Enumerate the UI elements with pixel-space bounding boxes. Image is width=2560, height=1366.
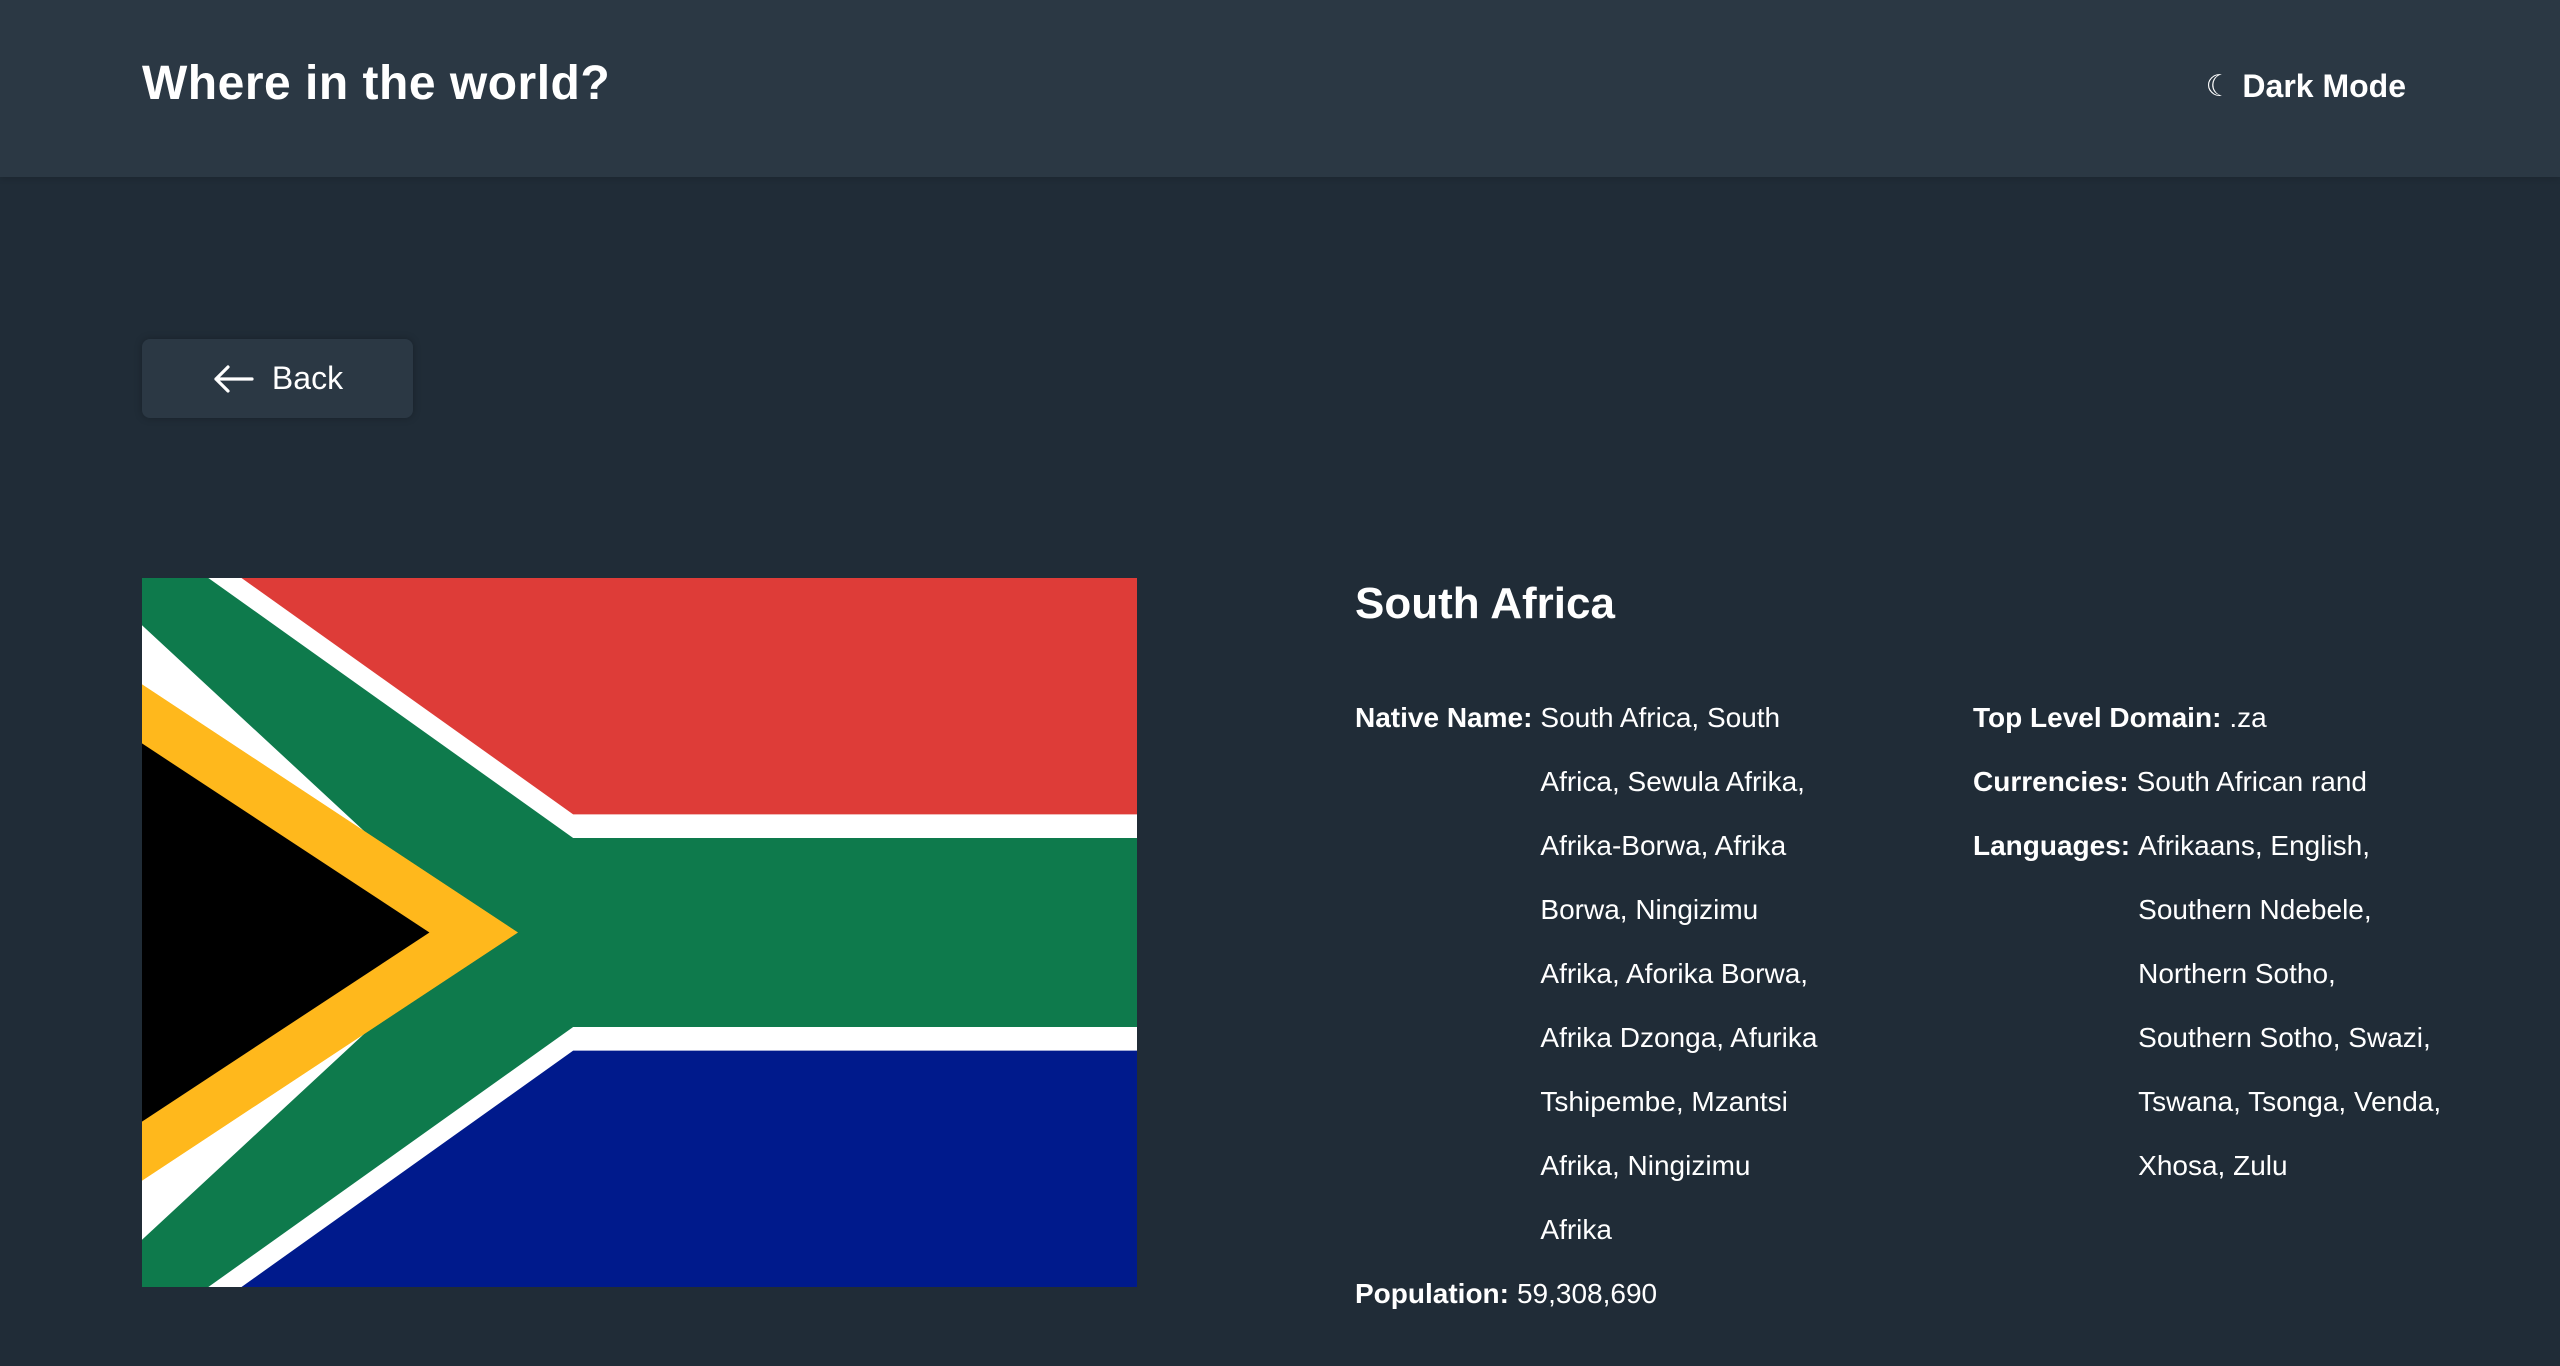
site-header: Where in the world? ☾ Dark Mode [0,0,2560,177]
app-title: Where in the world? [142,57,611,110]
dark-mode-label: Dark Mode [2242,68,2406,104]
back-button[interactable]: Back [142,339,413,418]
currencies-label: Currencies: [1973,766,2129,797]
moon-icon: ☾ [2205,70,2233,103]
currencies-field: Currencies: South African rand [1973,750,2453,814]
details-left-column: Native Name: South Africa, South Africa,… [1355,686,1875,1326]
tld-field: Top Level Domain: .za [1973,686,2453,750]
details-right-column: Top Level Domain: .za Currencies: South … [1973,686,2453,1198]
languages-field: Languages: Afrikaans, English, Southern … [1973,814,2453,1198]
native-name-value: South Africa, South Africa, Sewula Afrik… [1540,702,1818,1245]
tld-value: .za [2229,702,2267,733]
population-label: Population: [1355,1278,1509,1309]
languages-value: Afrikaans, English, Southern Ndebele, No… [2138,830,2442,1181]
country-name: South Africa [1355,579,1615,628]
arrow-left-icon [214,364,254,393]
country-details: South Africa Native Name: South Africa, … [1355,578,2455,1309]
population-value: 59,308,690 [1516,1278,1658,1309]
currencies-value: South African rand [2136,766,2367,797]
country-flag [142,578,1137,1287]
languages-label: Languages: [1973,830,2131,861]
dark-mode-toggle[interactable]: ☾ Dark Mode [2206,68,2407,105]
population-field: Population: 59,308,690 [1355,1262,1875,1326]
native-name-field: Native Name: South Africa, South Africa,… [1355,686,1875,1262]
back-label: Back [271,360,344,396]
tld-label: Top Level Domain: [1973,702,2222,733]
native-name-label: Native Name: [1355,702,1533,733]
